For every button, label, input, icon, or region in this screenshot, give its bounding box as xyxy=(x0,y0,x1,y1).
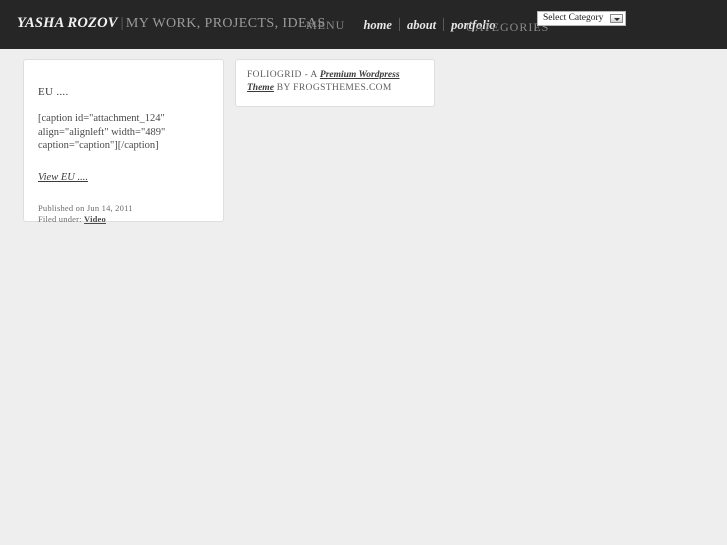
nav-item-home[interactable]: home xyxy=(356,18,398,32)
post-title: EU .... xyxy=(38,86,69,98)
post-meta: Published on Jun 14, 2011 Filed under: V… xyxy=(38,203,209,225)
post-published-date: Jun 14, 2011 xyxy=(86,202,133,213)
brand-name: YASHA ROZOV xyxy=(17,15,118,31)
post-read-more-link[interactable]: View EU .... xyxy=(38,172,88,183)
post-card[interactable]: EU .... [caption id="attachment_124" ali… xyxy=(23,59,224,225)
post-filed-line: Filed under: Video xyxy=(38,214,209,225)
category-select-value: Select Category xyxy=(543,13,604,23)
brand-tagline: MY WORK, PROJECTS, IDEAS xyxy=(125,16,326,31)
chevron-down-icon[interactable] xyxy=(610,14,623,23)
content-area: EU .... [caption id="attachment_124" ali… xyxy=(0,49,727,545)
post-filed-prefix: Filed under: xyxy=(38,213,82,224)
category-select[interactable]: Select Category xyxy=(537,11,626,26)
promo-mid: BY xyxy=(276,83,291,93)
promo-tail: FROGSTHEMES.COM xyxy=(293,83,392,93)
post-category-link[interactable]: Video xyxy=(84,214,106,224)
menu-label: MENU xyxy=(306,18,346,32)
post-published-line: Published on Jun 14, 2011 xyxy=(38,203,209,214)
nav-item-about[interactable]: about xyxy=(400,18,443,32)
brand-separator: | xyxy=(120,15,124,31)
promo-card: FOLIOGRID - A Premium Wordpress Theme BY… xyxy=(235,59,435,107)
post-published-prefix: Published on xyxy=(38,202,85,213)
post-excerpt: [caption id="attachment_124" align="alig… xyxy=(38,113,166,151)
site-brand[interactable]: YASHA ROZOV | MY WORK, PROJECTS, IDEAS xyxy=(17,15,326,32)
promo-lead: FOLIOGRID - A xyxy=(247,70,318,80)
promo-text: FOLIOGRID - A Premium Wordpress Theme BY… xyxy=(247,69,423,95)
site-header: YASHA ROZOV | MY WORK, PROJECTS, IDEAS MEN… xyxy=(0,0,727,49)
